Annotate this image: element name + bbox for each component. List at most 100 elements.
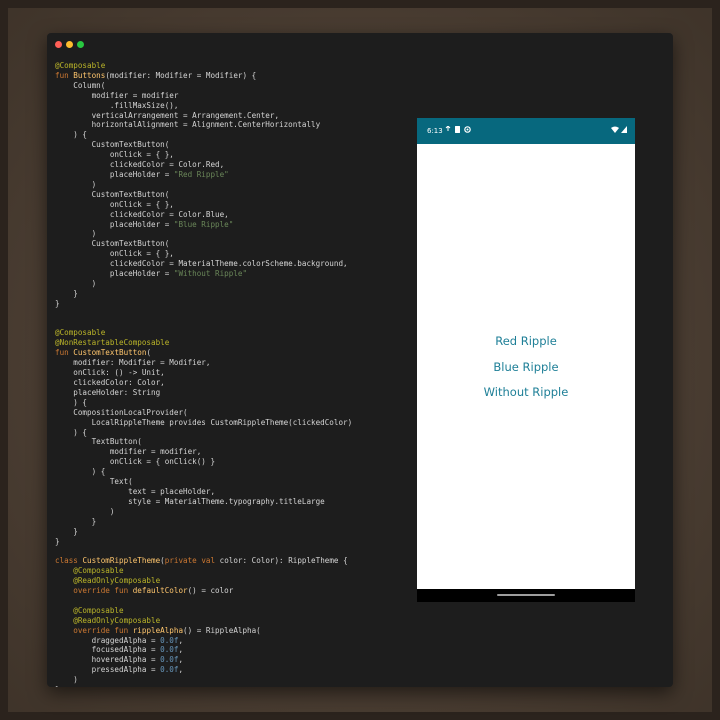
code-line: clickedColor = MaterialTheme.colorScheme… [55,259,415,269]
code-line: ) { [55,130,415,140]
code-line: ) [55,180,415,190]
wifi-icon [611,126,619,136]
code-line: clickedColor = Color.Red, [55,160,415,170]
code-line: Column( [55,81,415,91]
code-line: clickedColor: Color, [55,378,415,388]
sync-icon [464,126,471,136]
code-token: , [178,635,184,645]
code-token: ) [55,179,97,189]
minimize-window-icon[interactable] [66,41,73,48]
code-line: TextButton( [55,437,415,447]
code-token: modifier: Modifier = Modifier, [55,358,211,368]
code-token: } [55,526,78,536]
code-token: } [55,288,78,298]
code-token: onClick = { onClick() } [55,457,216,467]
code-token: } [55,298,60,308]
code-line: fun Buttons(modifier: Modifier = Modifie… [55,71,415,81]
code-line: @Composable [55,328,415,338]
code-token: clickedColor = MaterialTheme.colorScheme… [55,259,348,269]
code-line: ) [55,507,415,517]
code-line: placeHolder = "Blue Ripple" [55,220,415,230]
code-line: draggedAlpha = 0.0f, [55,636,415,646]
home-gesture-handle[interactable] [497,594,555,596]
app-content: Red Ripple Blue Ripple Without Ripple [417,144,635,589]
code-token: pressedAlpha = [55,665,161,675]
code-token: ) { [55,467,106,477]
code-token: CompositionLocalProvider( [55,407,188,417]
code-token: onClick = { }, [55,249,174,259]
code-line: } [55,537,415,547]
code-token: private val [164,556,220,566]
code-token: defaultColor [132,586,188,596]
code-token: , [178,645,184,655]
notification-icon [445,125,451,136]
status-icons-left [445,125,471,136]
code-token: ) [55,278,97,288]
code-line: ) { [55,467,415,477]
code-token: ) [55,675,78,685]
code-token: modifier = modifier, [55,447,202,457]
code-token: style = MaterialTheme.typography.titleLa… [55,496,325,506]
code-token: fun [55,348,74,358]
code-token: CustomTextButton [73,348,147,358]
code-token: @Composable [55,605,124,615]
code-line: class CustomRippleTheme(private val colo… [55,556,415,566]
status-time: 6:13 [427,127,443,135]
code-token: @NonRestartableComposable [55,338,170,348]
code-token: override fun [55,586,133,596]
code-token: "Without Ripple" [173,269,248,279]
code-line: ) [55,229,415,239]
code-token: placeHolder = [55,169,174,179]
blue-ripple-button[interactable]: Blue Ripple [417,360,635,374]
code-token: rippleAlpha [132,625,184,635]
code-token: 0.0f [160,665,179,675]
code-line: onClick = { }, [55,249,415,259]
code-token: @Composable [55,61,106,70]
sim-icon [455,126,460,136]
status-icons-right [611,126,627,136]
code-token: Text( [55,477,133,487]
status-bar: 6:13 [417,118,635,144]
code-token: TextButton( [55,437,142,447]
code-line: verticalArrangement = Arrangement.Center… [55,111,415,121]
code-token: onClick = { }, [55,150,174,160]
close-window-icon[interactable] [55,41,62,48]
code-line: fun CustomTextButton( [55,348,415,358]
code-token: clickedColor = Color.Red, [55,160,225,170]
code-token: fun [55,70,74,80]
maximize-window-icon[interactable] [77,41,84,48]
code-line: horizontalAlignment = Alignment.CenterHo… [55,120,415,130]
code-token: } [55,685,60,687]
code-line: } [55,517,415,527]
code-line: ) [55,675,415,685]
code-line: ) [55,279,415,289]
without-ripple-button[interactable]: Without Ripple [417,385,635,399]
code-line: onClick = { }, [55,200,415,210]
code-token: 0.0f [160,635,179,645]
code-token: text = placeHolder, [55,486,216,496]
code-token: draggedAlpha = [55,635,161,645]
code-editor[interactable]: @Composable fun Buttons(modifier: Modifie… [55,61,415,687]
code-token: color: Color): RippleTheme { [219,556,348,566]
red-ripple-button[interactable]: Red Ripple [417,334,635,348]
code-line: @Composable [55,566,415,576]
code-line: } [55,299,415,309]
code-line: override fun defaultColor() = color [55,586,415,596]
code-token: hoveredAlpha = [55,655,161,665]
code-token: LocalRippleTheme provides CustomRippleTh… [55,417,353,427]
code-token: CustomTextButton( [55,239,170,249]
code-token: ( [146,348,152,358]
code-token: onClick: () -> Unit, [55,368,165,378]
code-line: CustomTextButton( [55,239,415,249]
code-line: ) { [55,428,415,438]
code-line: CustomTextButton( [55,140,415,150]
code-line: modifier = modifier, [55,447,415,457]
code-line: pressedAlpha = 0.0f, [55,665,415,675]
code-token: horizontalAlignment = Alignment.CenterHo… [55,120,321,130]
code-token: "Blue Ripple" [173,219,234,229]
code-line: CompositionLocalProvider( [55,408,415,418]
code-token: ) { [55,397,88,407]
code-line: @ReadOnlyComposable [55,616,415,626]
